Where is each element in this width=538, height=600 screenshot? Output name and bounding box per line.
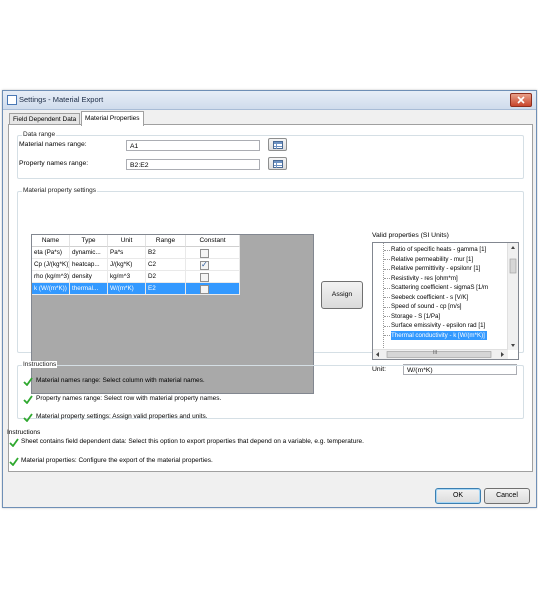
- cell-type[interactable]: thermal...: [70, 283, 108, 295]
- inner-instructions-group: Instructions: [17, 361, 524, 419]
- check-icon: [9, 438, 19, 447]
- scrollbar-arrows-icon: [509, 246, 517, 347]
- cell-name: k (W/(m*K)): [32, 283, 70, 295]
- range-picker-icon: [273, 160, 283, 168]
- scrollbar-arrows-icon: [376, 351, 504, 358]
- instruction-text: Property names range: Select row with ma…: [36, 395, 222, 402]
- title-bar: Settings - Material Export: [3, 91, 536, 110]
- vertical-scrollbar[interactable]: [507, 243, 518, 350]
- tree-connector-tick: [384, 259, 390, 260]
- property-names-label: Property names range:: [19, 160, 89, 167]
- range-picker-icon: [273, 141, 283, 149]
- cell-constant: [186, 247, 240, 259]
- constant-checkbox[interactable]: [200, 249, 209, 258]
- cell-range[interactable]: B2: [146, 247, 186, 259]
- scroll-thumb-grip: III: [433, 350, 438, 356]
- data-range-label: Data range: [22, 131, 57, 138]
- check-icon: [23, 395, 33, 404]
- check-icon: [23, 413, 33, 422]
- cell-type[interactable]: dynamic...: [70, 247, 108, 259]
- tree-item[interactable]: Resistivity - res [ohm*m]: [391, 274, 458, 283]
- tree-item[interactable]: Surface emissivity - epsilon rad [1]: [391, 321, 485, 330]
- tree-connector-tick: [384, 297, 390, 298]
- close-icon: [517, 96, 525, 104]
- cell-constant: [186, 259, 240, 271]
- cell-unit[interactable]: W/(m*K): [108, 283, 146, 295]
- data-range-group: Data range Material names range: A1 Prop…: [17, 131, 524, 179]
- window-title: Settings - Material Export: [19, 95, 104, 104]
- outer-instructions-label: Instructions: [7, 429, 41, 436]
- tree-item-selected[interactable]: Thermal conductivity - k [W/(m*K)]: [391, 330, 487, 340]
- tree-connector-tick: [384, 287, 390, 289]
- constant-checkbox[interactable]: [200, 285, 209, 294]
- column-header-type[interactable]: Type: [70, 235, 108, 247]
- material-names-input[interactable]: A1: [126, 140, 260, 151]
- cell-unit[interactable]: kg/m^3: [108, 271, 146, 283]
- tree-item[interactable]: Storage - S [1/Pa]: [391, 312, 440, 321]
- tab-panel: Data range Material names range: A1 Prop…: [8, 124, 533, 472]
- cell-name: rho (kg/m^3): [32, 271, 70, 283]
- constant-checkbox[interactable]: [200, 273, 209, 282]
- column-header-unit[interactable]: Unit: [108, 235, 146, 247]
- assign-button[interactable]: Assign: [321, 281, 363, 309]
- cell-unit[interactable]: J/(kg*K): [108, 259, 146, 271]
- tree-item[interactable]: Relative permeability - mur [1]: [391, 255, 473, 264]
- tree-connector-tick: [384, 316, 390, 317]
- material-names-label: Material names range:: [19, 141, 87, 148]
- cell-name: eta (Pa*s): [32, 247, 70, 259]
- check-icon: [23, 377, 33, 386]
- cell-type[interactable]: heatcap...: [70, 259, 108, 271]
- cell-range[interactable]: C2: [146, 259, 186, 271]
- tree-item[interactable]: Relative permittivity - epsilonr [1]: [391, 264, 480, 273]
- tree-connector-tick: [384, 335, 390, 336]
- property-names-input[interactable]: B2:E2: [126, 159, 260, 170]
- tree-connector-tick: [384, 278, 390, 279]
- cell-constant: [186, 283, 240, 295]
- valid-properties-tree[interactable]: Ratio of specific heats - gamma [1] Relat…: [372, 242, 519, 360]
- cancel-button[interactable]: Cancel: [484, 488, 530, 504]
- check-icon: [9, 457, 19, 466]
- tree-connector-tick: [384, 268, 390, 270]
- settings-window: Settings - Material Export Field Depende…: [2, 90, 537, 508]
- material-names-pick-button[interactable]: [268, 138, 287, 151]
- app-icon: [7, 95, 17, 105]
- tab-material-properties[interactable]: Material Properties: [81, 111, 144, 126]
- table-row-selected[interactable]: k (W/(m*K)) thermal... W/(m*K) E2: [32, 283, 240, 295]
- instruction-text: Material property settings: Assign valid…: [36, 413, 208, 420]
- horizontal-scrollbar[interactable]: III: [373, 349, 508, 359]
- instruction-text: Material names range: Select column with…: [36, 377, 205, 384]
- cell-range[interactable]: D2: [146, 271, 186, 283]
- cell-range[interactable]: E2: [146, 283, 186, 295]
- table-row[interactable]: Cp (J/(kg*K)) heatcap... J/(kg*K) C2: [32, 259, 240, 271]
- property-names-pick-button[interactable]: [268, 157, 287, 170]
- instruction-text: Sheet contains field dependent data: Sel…: [21, 438, 364, 445]
- tree-connector-tick: [384, 325, 390, 327]
- tree-item[interactable]: Scattering coefficient - sigmaS [1/m: [391, 283, 488, 292]
- cell-constant: [186, 271, 240, 283]
- material-property-settings-label: Material property settings: [22, 187, 97, 194]
- table-row[interactable]: rho (kg/m^3) density kg/m^3 D2: [32, 271, 240, 283]
- cell-type[interactable]: density: [70, 271, 108, 283]
- table-row[interactable]: eta (Pa*s) dynamic... Pa*s B2: [32, 247, 240, 259]
- valid-properties-label: Valid properties (SI Units): [372, 232, 449, 239]
- tree-item[interactable]: Speed of sound - cp [m/s]: [391, 302, 462, 311]
- ok-button[interactable]: OK: [435, 488, 481, 504]
- column-header-range[interactable]: Range: [146, 235, 186, 247]
- constant-checkbox[interactable]: [200, 259, 209, 270]
- tree-item[interactable]: Ratio of specific heats - gamma [1]: [391, 245, 486, 254]
- cell-name: Cp (J/(kg*K)): [32, 259, 70, 271]
- tree-item[interactable]: Seebeck coefficient - s [V/K]: [391, 293, 468, 302]
- column-header-constant[interactable]: Constant: [186, 235, 240, 247]
- cell-unit[interactable]: Pa*s: [108, 247, 146, 259]
- inner-instructions-label: Instructions: [22, 361, 58, 368]
- tree-connector-tick: [384, 306, 390, 308]
- column-header-name[interactable]: Name: [32, 235, 70, 247]
- close-button[interactable]: [510, 93, 532, 107]
- instruction-text: Material properties: Configure the expor…: [21, 457, 213, 464]
- tree-connector-tick: [384, 249, 390, 251]
